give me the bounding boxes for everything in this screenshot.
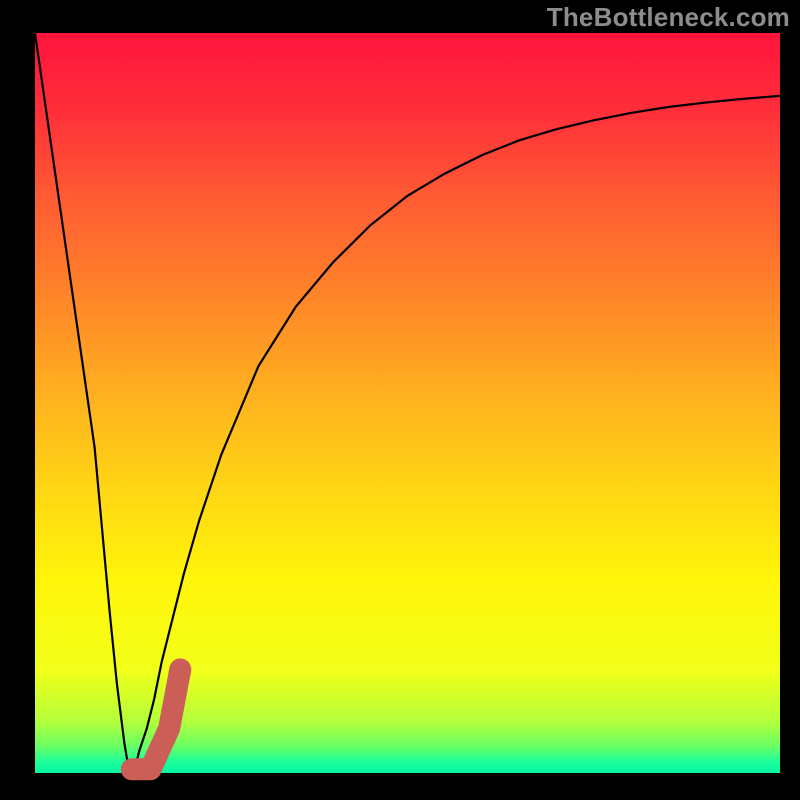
gradient-panel bbox=[35, 33, 780, 773]
watermark-text: TheBottleneck.com bbox=[547, 2, 790, 33]
bottleneck-chart bbox=[0, 0, 800, 800]
chart-stage: TheBottleneck.com bbox=[0, 0, 800, 800]
